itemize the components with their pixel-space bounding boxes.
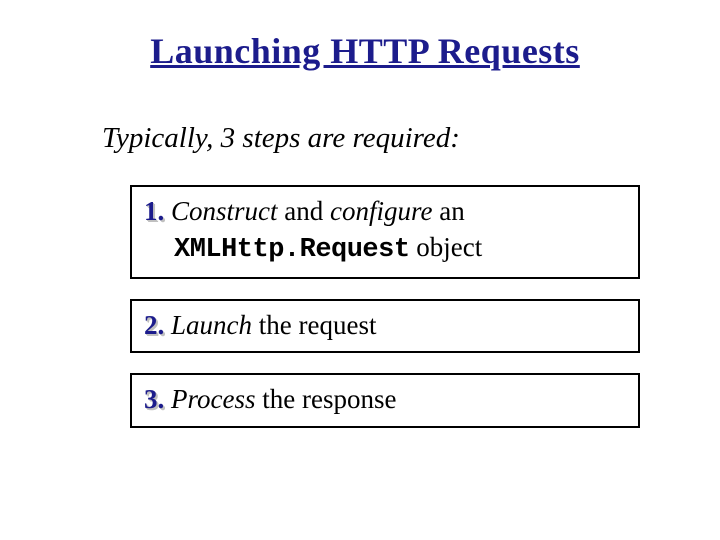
code-xmlhttprequest: XMLHttp.Request	[174, 235, 410, 265]
word-configure: configure	[330, 196, 432, 226]
step-rest: the request	[252, 310, 376, 340]
slide-subtitle: Typically, 3 steps are required:	[102, 122, 620, 155]
word-process: Process	[171, 384, 255, 414]
step-text: Process the response	[171, 384, 396, 414]
step-box-1: 1. Construct and configure an XMLHttp.Re…	[130, 185, 640, 279]
step-text: Construct and configure an	[171, 196, 465, 226]
step-text-line2: XMLHttp.Request object	[144, 229, 482, 268]
step-number: 3.	[144, 384, 164, 414]
slide-container: Launching HTTP Requests Typically, 3 ste…	[0, 0, 720, 428]
word-an: an	[432, 196, 464, 226]
word-launch: Launch	[171, 310, 252, 340]
word-and: and	[278, 196, 330, 226]
word-object: object	[410, 232, 483, 262]
slide-title: Launching HTTP Requests	[110, 30, 620, 72]
step-text: Launch the request	[171, 310, 376, 340]
step-number: 2.	[144, 310, 164, 340]
word-construct: Construct	[171, 196, 278, 226]
step-number: 1.	[144, 196, 164, 226]
step-box-3: 3. Process the response	[130, 373, 640, 427]
step-rest: the response	[255, 384, 396, 414]
step-box-2: 2. Launch the request	[130, 299, 640, 353]
